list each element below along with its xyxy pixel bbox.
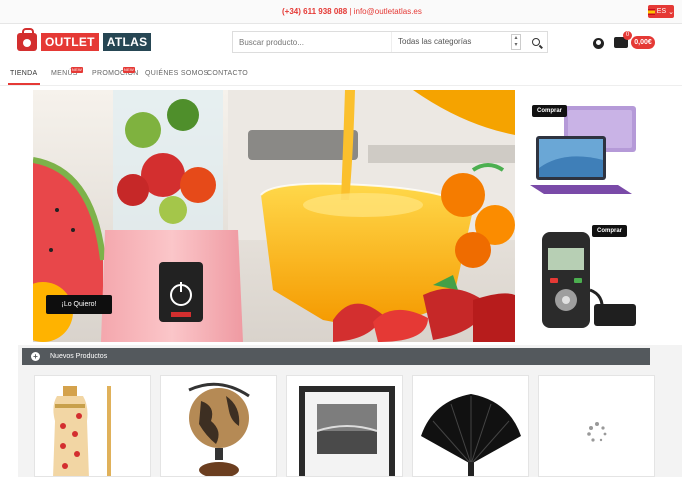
category-stepper[interactable]: ▴ ▾	[511, 34, 521, 50]
search-icon	[532, 38, 540, 46]
user-account-icon[interactable]	[593, 38, 604, 49]
side-banners: Comprar Comprar	[524, 90, 654, 342]
language-selector[interactable]: ES ⌄	[648, 5, 674, 18]
fan-icon	[421, 394, 521, 476]
search-bar: Todas las categorías ▴▾	[232, 31, 548, 53]
frame-icon	[299, 386, 395, 476]
cart-total[interactable]: 0,00€	[631, 36, 655, 49]
top-bar: (+34) 611 938 088 | info@outletatlas.es …	[0, 0, 682, 24]
side-banner-1-cta[interactable]: Comprar	[532, 105, 568, 117]
loading-spinner-icon	[587, 422, 607, 442]
globe-icon	[188, 382, 250, 476]
product-card[interactable]	[34, 375, 151, 477]
phone-number[interactable]: (+34) 611 938 088	[282, 7, 347, 16]
plus-circle-icon: +	[31, 352, 40, 361]
shopping-bag-icon	[17, 28, 37, 51]
chevron-down-icon: ⌄	[668, 8, 674, 16]
header: OUTLET ATLAS Todas las categorías ▴▾ 0 0…	[0, 24, 682, 64]
hero-cta-button[interactable]: ¡Lo Quiero!	[46, 295, 112, 314]
nav-item-quienes-somos[interactable]: QUIÉNES SOMOS	[145, 70, 208, 77]
bottle-icon	[53, 386, 111, 476]
product-card[interactable]	[160, 375, 277, 477]
search-button[interactable]	[524, 32, 548, 52]
category-select[interactable]: Todas las categorías	[391, 32, 511, 52]
nav-item-contacto[interactable]: CONTACTO	[207, 70, 248, 77]
cart-icon[interactable]: 0	[614, 31, 632, 48]
section-title: Nuevos Productos	[50, 353, 108, 360]
nav-item-tienda[interactable]: TIENDA	[10, 70, 37, 77]
new-badge: NEW	[71, 67, 83, 73]
language-label: ES	[656, 8, 667, 15]
search-input[interactable]	[233, 32, 388, 52]
nav-item-menus[interactable]: MENÚS NEW	[51, 67, 83, 77]
contact-info: (+34) 611 938 088 | info@outletatlas.es	[282, 7, 422, 16]
product-card[interactable]	[538, 375, 655, 477]
product-card[interactable]	[286, 375, 403, 477]
product-card[interactable]	[412, 375, 529, 477]
spain-flag-icon	[648, 8, 655, 15]
logo-text-outlet: OUTLET	[41, 33, 99, 51]
side-banner-2-cta[interactable]: Comprar	[592, 225, 628, 237]
new-badge: NEW	[123, 67, 135, 73]
contact-email[interactable]: info@outletatlas.es	[354, 7, 422, 16]
side-banner-images	[530, 106, 636, 328]
main-nav: TIENDA MENÚS NEW PROMOCIÓN NEW QUIÉNES S…	[0, 64, 682, 86]
section-header: + Nuevos Productos	[22, 348, 650, 365]
logo-text-atlas: ATLAS	[102, 33, 152, 51]
nav-item-promocion[interactable]: PROMOCIÓN NEW	[92, 67, 139, 77]
site-logo[interactable]: OUTLET ATLAS	[17, 28, 152, 51]
active-nav-underline	[8, 83, 40, 85]
cart-count-badge: 0	[623, 31, 632, 40]
